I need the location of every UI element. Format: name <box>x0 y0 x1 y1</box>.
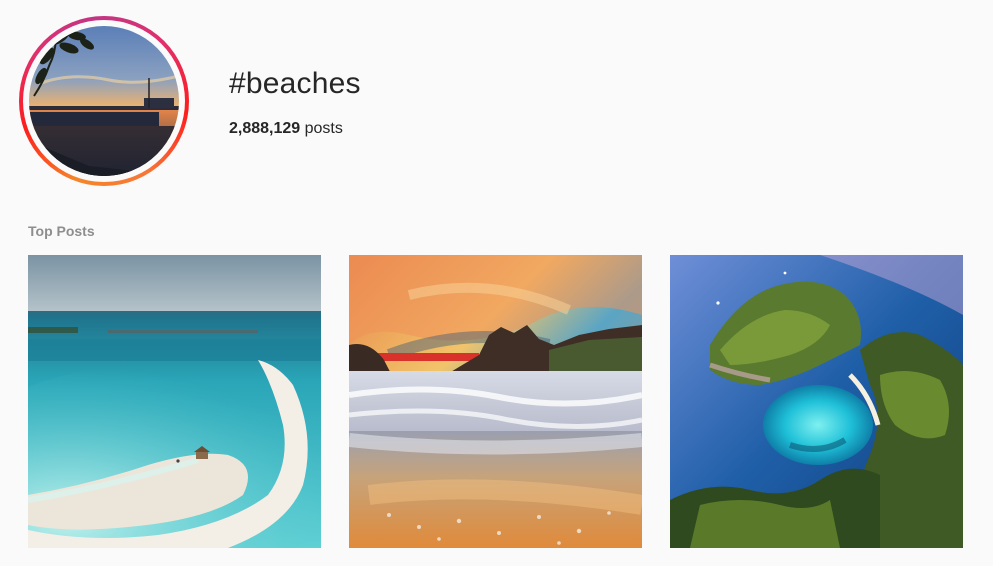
hashtag-title: #beaches <box>229 67 361 100</box>
hashtag-avatar[interactable] <box>29 26 179 176</box>
top-post-2[interactable] <box>349 255 642 548</box>
hashtag-header: #beaches 2,888,129 posts <box>0 0 993 200</box>
post-count-suffix: posts <box>300 120 343 137</box>
post-count: 2,888,129 posts <box>229 119 343 139</box>
top-posts-heading: Top Posts <box>28 223 95 239</box>
post-count-number: 2,888,129 <box>229 120 301 137</box>
hashtag-avatar-ring[interactable] <box>19 16 189 186</box>
top-post-3[interactable] <box>670 255 963 548</box>
top-post-1[interactable] <box>28 255 321 548</box>
